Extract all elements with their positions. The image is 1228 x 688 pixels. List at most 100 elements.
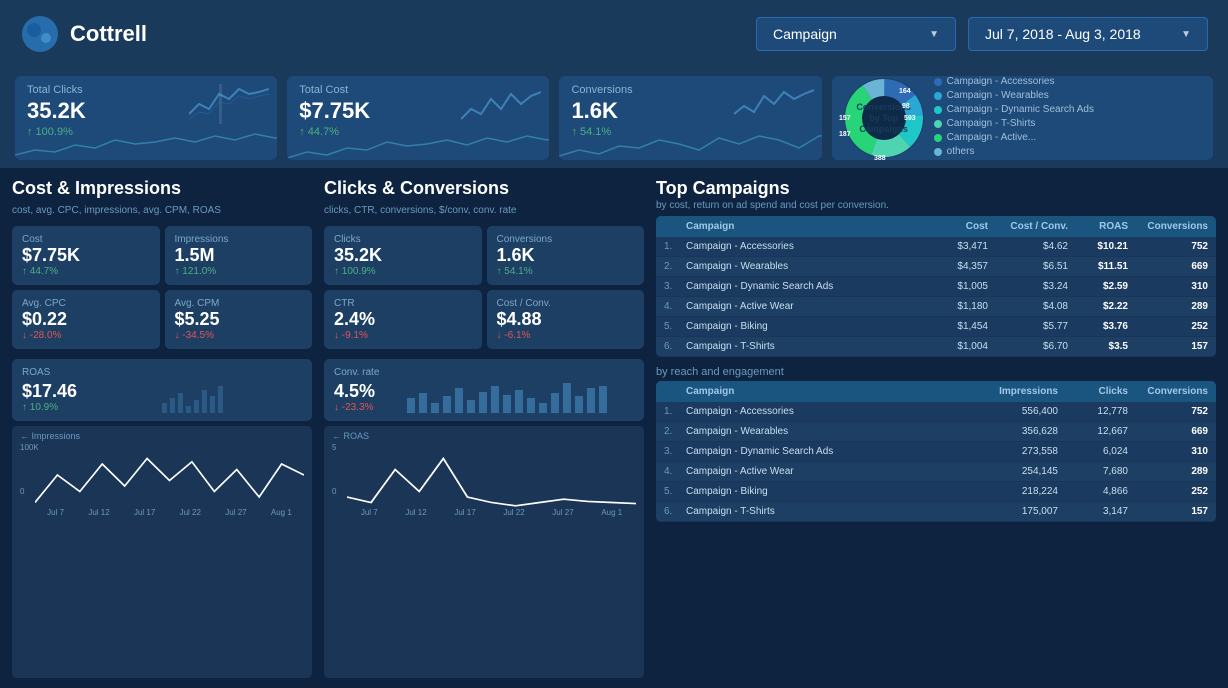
legend-dot-activewear [934, 134, 942, 142]
stat-roas-label: ROAS [22, 367, 302, 378]
stat-avg-cpc-label: Avg. CPC [22, 298, 150, 309]
total-clicks-sparkline [189, 84, 269, 124]
clicks-conversions-subtitle: clicks, CTR, conversions, $/conv, conv. … [324, 205, 644, 216]
roas-chart-section: ← ROAS 5 0 Jul 7Jul 12Jul 17Jul 22Jul 27… [324, 426, 644, 678]
logo-text: Cottrell [70, 21, 147, 47]
stat-ctr-label: CTR [334, 298, 472, 309]
stat-clicks: Clicks 35.2K ↑ 100.9% [324, 226, 482, 285]
stat-cost: Cost $7.75K ↑ 44.7% [12, 226, 160, 285]
legend-dot-others [934, 148, 942, 156]
header-dropdowns: Campaign ▼ Jul 7, 2018 - Aug 3, 2018 ▼ [756, 17, 1208, 51]
cost-campaigns-table: Campaign Cost Cost / Conv. ROAS Conversi… [656, 216, 1216, 357]
stat-conv-rate-label: Conv. rate [334, 367, 634, 378]
stat-avg-cpm-value: $5.25 [175, 309, 303, 330]
stat-clicks-label: Clicks [334, 234, 472, 245]
stat-roas: ROAS $17.46 ↑ 10.9% [12, 359, 312, 421]
header: Cottrell Campaign ▼ Jul 7, 2018 - Aug 3,… [0, 0, 1228, 68]
table-row: 4. Campaign - Active Wear $1,180 $4.08 $… [656, 297, 1216, 317]
svg-text:164: 164 [899, 88, 911, 95]
top-campaigns-panel: Top Campaigns by cost, return on ad spen… [656, 178, 1216, 678]
stat-conv-rate-change: ↓ -23.3% [334, 402, 375, 413]
stat-ctr-change: ↓ -9.1% [334, 330, 472, 341]
chevron-down-icon: ▼ [1181, 29, 1191, 40]
roas-y-label: 5 [332, 443, 336, 452]
cost-table-header: Campaign Cost Cost / Conv. ROAS Conversi… [656, 216, 1216, 237]
stat-impressions: Impressions 1.5M ↑ 121.0% [165, 226, 313, 285]
pie-labels: 164 98 157 187 388 593 [844, 78, 924, 158]
stat-cost-conv-value: $4.88 [497, 309, 635, 330]
metrics-row: Total Clicks 35.2K ↑ 100.9% Total Cost $… [0, 68, 1228, 168]
stat-cost-conv: Cost / Conv. $4.88 ↓ -6.1% [487, 290, 645, 349]
legend-dot-dynamic [934, 106, 942, 114]
table-row: 6. Campaign - T-Shirts $1,004 $6.70 $3.5… [656, 337, 1216, 357]
table-row: 5. Campaign - Biking 218,224 4,866 252 [656, 482, 1216, 502]
pie-legend: Campaign - Accessories Campaign - Wearab… [934, 76, 1094, 160]
stat-avg-cpm: Avg. CPM $5.25 ↓ -34.5% [165, 290, 313, 349]
legend-item-activewear: Campaign - Active... [934, 132, 1094, 143]
stat-cost-conv-change: ↓ -6.1% [497, 330, 635, 341]
stat-impressions-value: 1.5M [175, 245, 303, 266]
impressions-line-svg [35, 453, 304, 508]
table-row: 2. Campaign - Wearables $4,357 $6.51 $11… [656, 257, 1216, 277]
campaign-dropdown[interactable]: Campaign ▼ [756, 17, 956, 51]
chevron-down-icon: ▼ [929, 29, 939, 40]
pie-container: Conversionsby TopCampaigns 164 98 157 18… [844, 78, 924, 158]
conversions-line [559, 130, 821, 160]
roas-y-zero: 0 [332, 487, 336, 496]
cost-impressions-title: Cost & Impressions [12, 178, 312, 199]
clicks-conversions-title: Clicks & Conversions [324, 178, 644, 199]
stat-avg-cpc: Avg. CPC $0.22 ↓ -28.0% [12, 290, 160, 349]
conversions-sparkline [734, 84, 814, 124]
pie-chart-card: Conversionsby TopCampaigns 164 98 157 18… [832, 76, 1213, 160]
total-clicks-card: Total Clicks 35.2K ↑ 100.9% [15, 76, 277, 160]
cost-impressions-stats: Cost $7.75K ↑ 44.7% Impressions 1.5M ↑ 1… [12, 226, 312, 349]
logo-area: Cottrell [20, 14, 736, 54]
total-clicks-line [15, 130, 277, 160]
impressions-chart-label: ← Impressions [20, 431, 80, 441]
stat-avg-cpc-change: ↓ -28.0% [22, 330, 150, 341]
legend-item-wearables: Campaign - Wearables [934, 90, 1094, 101]
svg-text:388: 388 [874, 155, 886, 162]
stat-clicks-value: 35.2K [334, 245, 472, 266]
stat-conv-rate-value: 4.5% [334, 381, 375, 402]
date-range-dropdown[interactable]: Jul 7, 2018 - Aug 3, 2018 ▼ [968, 17, 1208, 51]
stat-impressions-change: ↑ 121.0% [175, 266, 303, 277]
cost-impressions-subtitle: cost, avg. CPC, impressions, avg. CPM, R… [12, 205, 312, 216]
top-campaigns-title: Top Campaigns [656, 178, 1216, 199]
roas-chart-label: ← ROAS [332, 431, 369, 441]
total-cost-sparkline [461, 84, 541, 124]
stat-ctr: CTR 2.4% ↓ -9.1% [324, 290, 482, 349]
clicks-conversions-stats: Clicks 35.2K ↑ 100.9% Conversions 1.6K ↑… [324, 226, 644, 349]
chart-y-zero: 0 [20, 487, 24, 496]
engagement-section-label: by reach and engagement [656, 363, 1216, 381]
stat-impressions-label: Impressions [175, 234, 303, 245]
table-row: 4. Campaign - Active Wear 254,145 7,680 … [656, 462, 1216, 482]
stat-conv-label: Conversions [497, 234, 635, 245]
stat-clicks-change: ↑ 100.9% [334, 266, 472, 277]
roas-x-labels: Jul 7Jul 12Jul 17Jul 22Jul 27Aug 1 [347, 508, 636, 517]
roas-line-svg [347, 453, 636, 508]
top-campaigns-subtitle: by cost, return on ad spend and cost per… [656, 200, 1216, 211]
engagement-table-header: Campaign Impressions Clicks Conversions [656, 381, 1216, 402]
stat-conv: Conversions 1.6K ↑ 54.1% [487, 226, 645, 285]
stat-conv-rate: Conv. rate 4.5% ↓ -23.3% [324, 359, 644, 421]
legend-dot-tshirts [934, 120, 942, 128]
roas-bar-mini [82, 378, 302, 413]
stat-conv-value: 1.6K [497, 245, 635, 266]
stat-ctr-value: 2.4% [334, 309, 472, 330]
legend-item-accessories: Campaign - Accessories [934, 76, 1094, 87]
cost-impressions-panel: Cost & Impressions cost, avg. CPC, impre… [12, 178, 312, 678]
stat-cost-change: ↑ 44.7% [22, 266, 150, 277]
legend-item-dynamic: Campaign - Dynamic Search Ads [934, 104, 1094, 115]
stat-avg-cpc-value: $0.22 [22, 309, 150, 330]
legend-item-tshirts: Campaign - T-Shirts [934, 118, 1094, 129]
logo-icon [20, 14, 60, 54]
clicks-conversions-panel: Clicks & Conversions clicks, CTR, conver… [324, 178, 644, 678]
chart-x-labels: Jul 7Jul 12Jul 17Jul 22Jul 27Aug 1 [35, 508, 304, 517]
svg-text:593: 593 [904, 115, 916, 122]
table-row: 6. Campaign - T-Shirts 175,007 3,147 157 [656, 502, 1216, 522]
table-row: 1. Campaign - Accessories $3,471 $4.62 $… [656, 237, 1216, 257]
total-cost-card: Total Cost $7.75K ↑ 44.7% [287, 76, 549, 160]
stat-cost-label: Cost [22, 234, 150, 245]
svg-text:157: 157 [839, 115, 851, 122]
